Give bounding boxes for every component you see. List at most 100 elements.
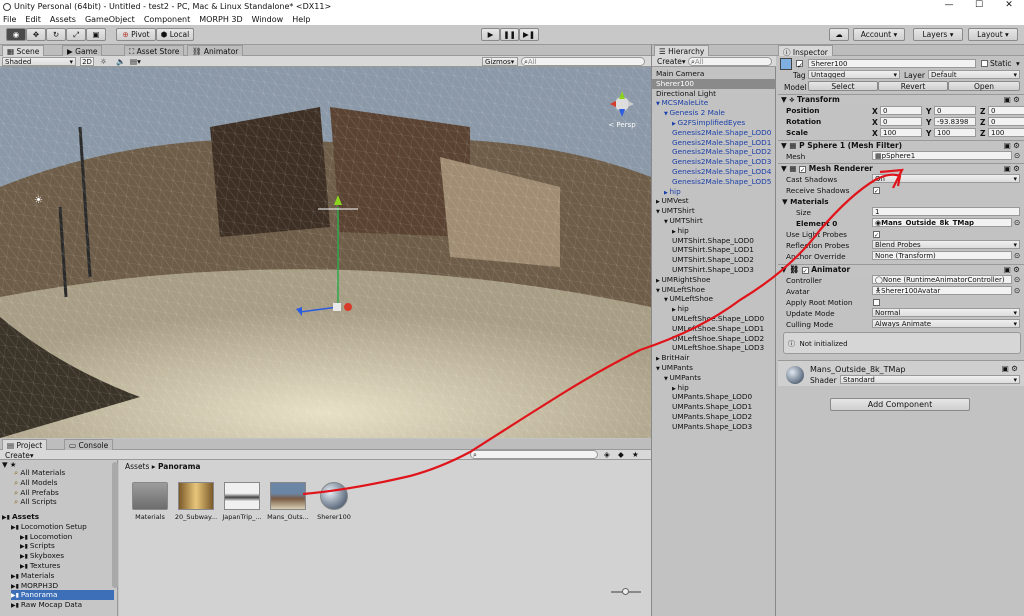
folder-tree-item[interactable]: ▶▮ MORPH3D: [11, 581, 114, 591]
2d-toggle[interactable]: 2D: [80, 57, 94, 66]
hierarchy-item[interactable]: ▶ hip: [652, 383, 776, 393]
hierarchy-item[interactable]: ▼ UMLeftShoe: [652, 294, 776, 304]
hierarchy-search-input[interactable]: ⌕All: [688, 57, 772, 66]
hierarchy-item[interactable]: Genesis2Male.Shape_LOD2: [652, 147, 776, 157]
filter-type-icon[interactable]: ◈: [604, 450, 610, 459]
menu-item-window[interactable]: Window: [252, 15, 284, 24]
hierarchy-item[interactable]: UMPants.Shape_LOD0: [652, 392, 776, 402]
local-toggle[interactable]: ⬢ Local: [156, 28, 194, 41]
asset-item[interactable]: Materials: [127, 482, 173, 521]
lighting-icon[interactable]: ☼: [100, 57, 107, 66]
add-component-button[interactable]: Add Component: [830, 398, 970, 411]
hierarchy-item[interactable]: ▶ hip: [652, 187, 776, 197]
settings-gear-icon[interactable]: ▣ ⚙: [1004, 265, 1020, 274]
meshrenderer-header[interactable]: ▼ ▦ ✓ Mesh Renderer ▣ ⚙: [778, 163, 1024, 174]
hierarchy-item[interactable]: UMLeftShoe.Shape_LOD1: [652, 324, 776, 334]
gameobject-name-input[interactable]: Sherer100: [808, 59, 976, 68]
object-picker-icon[interactable]: ⊙: [1014, 218, 1020, 227]
tag-dropdown[interactable]: Untagged ▾: [808, 70, 900, 79]
culling-mode-dropdown[interactable]: Always Animate ▾: [872, 319, 1020, 328]
hierarchy-item[interactable]: UMTShirt.Shape_LOD0: [652, 236, 776, 246]
rect-tool-button[interactable]: ▣: [86, 28, 106, 41]
folder-tree-item[interactable]: ▶▮ Assets: [2, 512, 114, 522]
hierarchy-item[interactable]: UMLeftShoe.Shape_LOD3: [652, 343, 776, 353]
hierarchy-item[interactable]: UMTShirt.Shape_LOD2: [652, 255, 776, 265]
tab-hierarchy[interactable]: ☰ Hierarchy: [654, 45, 710, 56]
scale-tool-button[interactable]: ⤢: [66, 28, 86, 41]
active-checkbox[interactable]: ✓: [796, 60, 803, 70]
hierarchy-item[interactable]: Genesis2Male.Shape_LOD4: [652, 167, 776, 177]
project-create-dropdown[interactable]: Create▾: [5, 451, 34, 460]
model-select-button[interactable]: Select: [808, 81, 878, 91]
audio-icon[interactable]: 🔈: [116, 57, 125, 66]
zoom-slider-thumb[interactable]: [622, 588, 629, 595]
menu-item-edit[interactable]: Edit: [25, 15, 41, 24]
layer-dropdown[interactable]: Default ▾: [928, 70, 1020, 79]
settings-gear-icon[interactable]: ▣ ⚙: [1002, 364, 1018, 373]
folder-tree-item[interactable]: ▶▮ Raw Mocap Data: [11, 600, 114, 610]
scene-gizmo[interactable]: < Persp: [604, 89, 640, 129]
hierarchy-item[interactable]: UMPants.Shape_LOD1: [652, 402, 776, 412]
tab-scene[interactable]: ▦ Scene: [2, 45, 45, 56]
static-checkbox[interactable]: [981, 60, 988, 67]
layers-dropdown[interactable]: Layers ▾: [913, 28, 963, 41]
asset-item[interactable]: Sherer100: [311, 482, 357, 521]
shading-dropdown[interactable]: Shaded ▾: [2, 57, 76, 66]
asset-item[interactable]: Mans_Outs...: [265, 482, 311, 521]
hierarchy-item[interactable]: Genesis2Male.Shape_LOD0: [652, 128, 776, 138]
menu-item-assets[interactable]: Assets: [50, 15, 76, 24]
object-picker-icon[interactable]: ⊙: [1014, 286, 1020, 295]
update-mode-dropdown[interactable]: Normal ▾: [872, 308, 1020, 317]
menu-item-help[interactable]: Help: [292, 15, 310, 24]
account-dropdown[interactable]: Account ▾: [853, 28, 905, 41]
scene-search-input[interactable]: ⌕All: [521, 57, 645, 66]
filter-label-icon[interactable]: ◆: [618, 450, 624, 459]
tree-scrollbar[interactable]: [112, 462, 118, 588]
hierarchy-item[interactable]: ▼ UMPants: [652, 373, 776, 383]
hierarchy-item[interactable]: UMTShirt.Shape_LOD1: [652, 245, 776, 255]
model-revert-button[interactable]: Revert: [878, 81, 948, 91]
rot-z-input[interactable]: 0: [988, 117, 1024, 126]
controller-field[interactable]: ◯None (RuntimeAnimatorController): [872, 275, 1012, 284]
tab-project[interactable]: ▤ Project: [2, 439, 48, 450]
scene-viewport[interactable]: < Persp ☀: [0, 67, 651, 438]
hierarchy-item[interactable]: UMLeftShoe.Shape_LOD2: [652, 334, 776, 344]
hierarchy-item[interactable]: ▶ UMRightShoe: [652, 275, 776, 285]
static-dropdown-icon[interactable]: ▾: [1016, 59, 1020, 68]
anchor-override-field[interactable]: None (Transform): [872, 251, 1012, 260]
hierarchy-item[interactable]: ▶ hip: [652, 226, 776, 236]
tab-asset-store[interactable]: ⛶ Asset Store: [124, 45, 185, 56]
tab-console[interactable]: ▭ Console: [64, 439, 114, 450]
pos-z-input[interactable]: 0: [988, 106, 1024, 115]
cast-shadows-dropdown[interactable]: On ▾: [872, 174, 1020, 183]
transform-header[interactable]: ▼ ⟡ Transform ▣ ⚙: [778, 94, 1024, 105]
object-picker-icon[interactable]: ⊙: [1014, 275, 1020, 284]
favorite-star-icon[interactable]: ★: [632, 450, 639, 459]
hierarchy-create-dropdown[interactable]: Create▾: [657, 57, 686, 66]
rot-y-input[interactable]: -93.8398: [934, 117, 976, 126]
favorite-item[interactable]: ⌕ All Materials: [14, 468, 65, 478]
tab-game[interactable]: ▶ Game: [62, 45, 103, 56]
settings-gear-icon[interactable]: ▣ ⚙: [1004, 164, 1020, 173]
receive-shadows-checkbox[interactable]: ✓: [873, 187, 880, 195]
hierarchy-item[interactable]: Genesis2Male.Shape_LOD5: [652, 177, 776, 187]
light-probes-checkbox[interactable]: ✓: [873, 231, 880, 239]
gizmos-dropdown[interactable]: Gizmos▾: [482, 57, 518, 66]
settings-gear-icon[interactable]: ▣ ⚙: [1004, 141, 1020, 150]
element0-field[interactable]: ◉Mans_Outside_8k_TMap: [872, 218, 1012, 227]
play-button[interactable]: ▶: [481, 28, 500, 41]
pos-y-input[interactable]: 0: [934, 106, 976, 115]
breadcrumb-current[interactable]: Panorama: [158, 462, 200, 471]
favorite-item[interactable]: ⌕ All Prefabs: [14, 488, 59, 498]
step-button[interactable]: ▶❚: [519, 28, 539, 41]
settings-gear-icon[interactable]: ▣ ⚙: [1004, 95, 1020, 104]
hierarchy-item[interactable]: Genesis2Male.Shape_LOD1: [652, 138, 776, 148]
folder-tree-item[interactable]: ▶▮ Locomotion Setup: [11, 522, 114, 532]
hierarchy-item[interactable]: ▼ MCSMaleLite: [652, 98, 776, 108]
rot-x-input[interactable]: 0: [880, 117, 922, 126]
hierarchy-item[interactable]: UMPants.Shape_LOD2: [652, 412, 776, 422]
menu-item-gameobject[interactable]: GameObject: [85, 15, 135, 24]
scl-x-input[interactable]: 100: [880, 128, 922, 137]
animator-header[interactable]: ▼ ⛓ ✓ Animator ▣ ⚙: [778, 264, 1024, 275]
folder-tree-item[interactable]: ▶▮ Panorama: [11, 590, 114, 601]
